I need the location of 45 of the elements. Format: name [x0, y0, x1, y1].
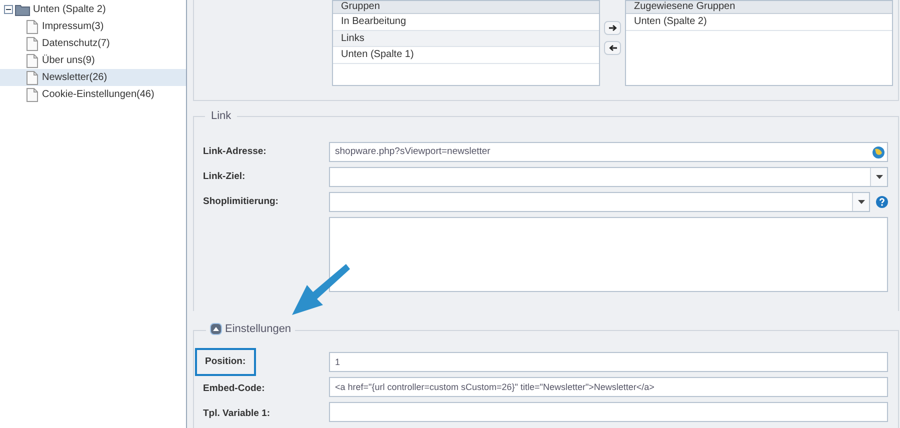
tree-item[interactable]: Impressum(3) — [0, 18, 186, 35]
tree-item[interactable]: Unten (Spalte 2) — [33, 2, 106, 17]
globe-icon — [872, 146, 885, 158]
link-address-field[interactable]: shopware.php?sViewport=newsletter — [329, 142, 888, 162]
column-header: Gruppen — [333, 1, 599, 14]
caret-icon — [858, 200, 864, 204]
dropdown-button[interactable] — [870, 168, 887, 186]
dropdown-field[interactable] — [329, 167, 888, 187]
page-icon — [26, 36, 38, 50]
tree-item[interactable]: Newsletter(26) — [0, 69, 186, 86]
collapse-toggle[interactable] — [210, 323, 222, 335]
text-field[interactable]: <a href="{url controller=custom sCustom=26}" title="Newsletter">Newsletter</a> — [329, 377, 888, 397]
field-label: Link-Adresse: — [202, 144, 268, 159]
list-item[interactable]: Unten (Spalte 2) — [626, 14, 892, 30]
move-left-button[interactable] — [604, 41, 621, 55]
page-icon — [26, 54, 38, 68]
list-item[interactable]: Links — [333, 30, 599, 47]
caret-icon — [876, 175, 882, 179]
pointer-arrow-drawing — [290, 262, 352, 318]
column-header: Zugewiesene Gruppen — [626, 1, 892, 14]
field-label: Link-Ziel: — [202, 170, 246, 184]
folder-icon — [15, 4, 30, 16]
field-label: Embed-Code: — [202, 382, 265, 396]
dropdown-field[interactable] — [329, 192, 870, 212]
page-icon — [26, 70, 38, 84]
collapse-toggle[interactable] — [4, 5, 13, 14]
arrow-right-icon — [608, 25, 616, 31]
caret-icon — [213, 327, 219, 331]
dropdown-button[interactable] — [852, 193, 869, 211]
help-icon[interactable] — [876, 196, 888, 208]
text-field[interactable] — [329, 402, 888, 422]
field-label: Tpl. Variable 1: — [202, 407, 270, 421]
tree-item[interactable]: Cookie-Einstellungen(46) — [0, 86, 186, 103]
field-label: Shoplimitierung: — [202, 194, 280, 209]
fieldset-legend: Einstellungen — [225, 322, 292, 336]
arrow-left-icon — [608, 45, 616, 51]
page-icon — [26, 88, 38, 102]
text-field[interactable]: 1 — [329, 352, 888, 372]
tree-item[interactable]: Datenschutz(7) — [0, 35, 186, 52]
tree-item[interactable]: Über uns(9) — [0, 52, 186, 69]
page-icon — [26, 20, 38, 34]
list-item[interactable]: Unten (Spalte 1) — [333, 47, 599, 64]
field-label: Position: — [195, 348, 256, 376]
list-item[interactable]: In Bearbeitung — [333, 14, 599, 30]
move-right-button[interactable] — [604, 21, 621, 35]
